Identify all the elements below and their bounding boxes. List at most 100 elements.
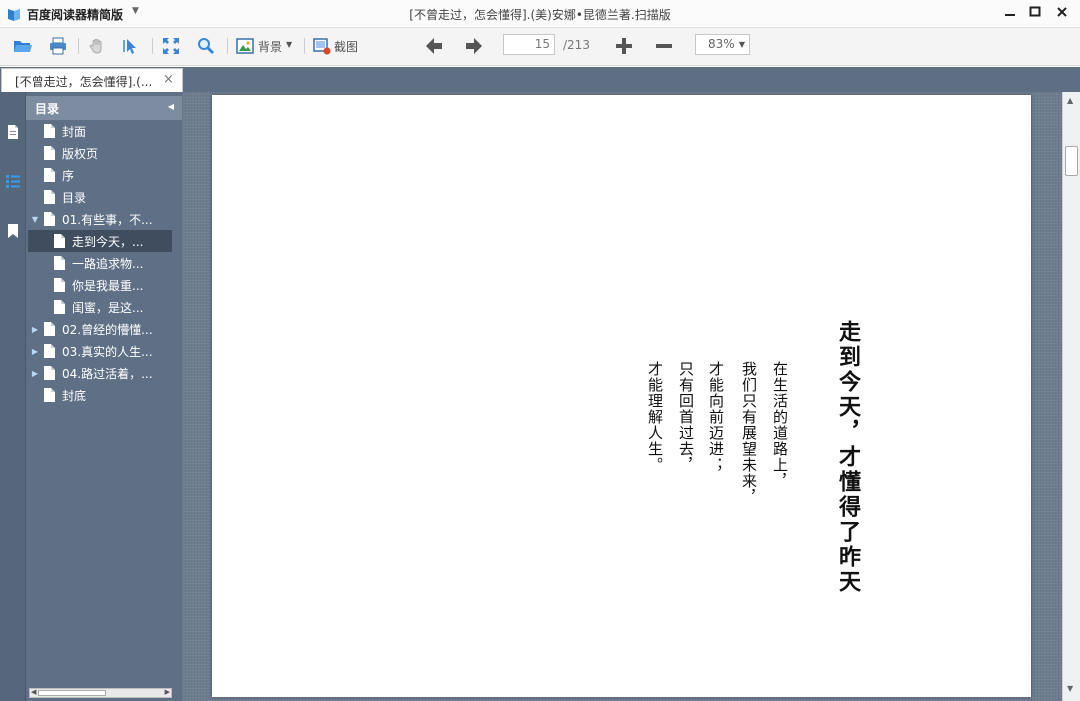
collapsed-arrow-icon[interactable]: ▶ [26, 369, 44, 378]
page-text-line: 在生活的道路上， [771, 361, 789, 489]
close-icon[interactable]: × [163, 72, 174, 87]
thumbnails-icon[interactable] [5, 124, 21, 140]
toc-item[interactable]: ▶ 02.曾经的懵懂... [26, 318, 174, 340]
page-text-line: 我们只有展望未来， [740, 361, 758, 505]
document-title: [不曾走过，怎会懂得].(美)安娜•昆德兰著.扫描版 [409, 8, 671, 22]
search-icon [198, 38, 215, 55]
toc-item[interactable]: 闺蜜，是这... [54, 296, 174, 318]
bookmark-icon[interactable] [5, 223, 21, 239]
open-folder-button[interactable] [12, 35, 34, 57]
document-icon [44, 366, 55, 380]
app-name: 百度阅读器精简版 [27, 8, 124, 22]
scroll-thumb[interactable] [38, 690, 106, 696]
toc-header-label: 目录 [35, 102, 60, 116]
document-icon [44, 146, 55, 160]
page-text-line: 只有回首过去， [677, 361, 695, 473]
toolbar-separator [227, 38, 228, 54]
toc-item[interactable]: ▼ 01.有些事，不... [26, 208, 174, 230]
toc-item[interactable]: 一路追求物... [54, 252, 174, 274]
toc-item-label: 你是我最重... [72, 278, 144, 293]
fit-page-button[interactable] [160, 35, 182, 57]
screenshot-button[interactable] [311, 35, 333, 57]
vertical-scrollbar[interactable]: ▲ ▼ [1062, 92, 1080, 701]
document-icon [44, 344, 55, 358]
toc-item[interactable]: 版权页 [34, 142, 174, 164]
toc-item[interactable]: ▶ 03.真实的人生... [26, 340, 174, 362]
book-logo-icon [8, 9, 20, 21]
toc-horizontal-scrollbar[interactable]: ◀ ▶ [29, 688, 172, 698]
select-tool-button[interactable] [120, 35, 142, 57]
toc-item-label: 目录 [62, 190, 87, 205]
toc-item-label: 封底 [62, 388, 87, 403]
zoom-in-button[interactable] [613, 35, 635, 57]
document-icon [44, 124, 55, 138]
cursor-select-icon [123, 39, 136, 54]
scroll-thumb[interactable] [1065, 146, 1078, 176]
zoom-select[interactable]: 83% ▼ [695, 34, 750, 55]
toc-item[interactable]: 你是我最重... [54, 274, 174, 296]
collapsed-arrow-icon[interactable]: ▶ [26, 347, 44, 356]
close-window-button[interactable] [1050, 2, 1074, 22]
screenshot-icon [313, 38, 331, 55]
toc-item-label: 封面 [62, 124, 87, 139]
collapsed-arrow-icon[interactable]: ▶ [26, 325, 44, 334]
toc-item[interactable]: 目录 [34, 186, 174, 208]
toc-item-label: 序 [62, 168, 75, 183]
hand-tool-button[interactable] [86, 35, 108, 57]
scroll-up-icon[interactable]: ▲ [1067, 96, 1073, 105]
plus-icon [616, 38, 632, 54]
document-tab-label: [不曾走过，怎会懂得].(... [15, 75, 153, 89]
search-button[interactable] [195, 35, 217, 57]
toc-item[interactable]: 封底 [34, 384, 174, 406]
document-icon [54, 300, 65, 314]
print-button[interactable] [47, 35, 69, 57]
chevron-down-icon: ▼ [738, 40, 745, 49]
chevron-down-icon[interactable]: ▼ [286, 40, 292, 49]
maximize-button[interactable] [1023, 2, 1047, 22]
zoom-value: 83% [708, 37, 735, 51]
scroll-down-icon[interactable]: ▼ [1067, 684, 1073, 693]
toc-item-label: 一路追求物... [72, 256, 144, 271]
document-icon [44, 190, 55, 204]
toolbar-separator [78, 38, 79, 54]
chevron-down-icon[interactable]: ▼ [132, 6, 139, 16]
screenshot-label[interactable]: 截图 [334, 38, 358, 55]
arrow-right-icon [466, 38, 482, 54]
next-page-button[interactable] [463, 35, 485, 57]
background-label[interactable]: 背景 [258, 38, 282, 55]
document-icon [44, 388, 55, 402]
toolbar: 背景 ▼ 截图 15 /213 83% ▼ [0, 28, 1080, 66]
document-viewer[interactable]: 走到今天，才懂得了昨天 在生活的道路上， 我们只有展望未来， 才能向前迈进； 只… [182, 92, 1062, 701]
document-tab[interactable]: [不曾走过，怎会懂得].(... × [1, 68, 183, 92]
toc-item-label: 03.真实的人生... [62, 344, 153, 359]
hand-icon [89, 38, 102, 54]
document-icon [44, 322, 55, 336]
arrow-left-icon [426, 38, 442, 54]
toc-item-selected[interactable]: 走到今天，... [28, 230, 172, 252]
toolbar-separator [304, 38, 305, 54]
zoom-out-button[interactable] [653, 35, 675, 57]
toc-item-label: 走到今天，... [72, 234, 144, 249]
minimize-button[interactable] [998, 2, 1022, 22]
document-icon [44, 212, 55, 226]
scroll-right-icon[interactable]: ▶ [165, 688, 170, 696]
title-bar: 百度阅读器精简版 ▼ [不曾走过，怎会懂得].(美)安娜•昆德兰著.扫描版 [0, 0, 1080, 28]
background-button[interactable] [234, 35, 256, 57]
toc-item-label: 02.曾经的懵懂... [62, 322, 153, 337]
toolbar-separator [152, 38, 153, 54]
page-total: /213 [563, 38, 590, 52]
toc-item[interactable]: ▶ 04.路过活着，... [26, 362, 174, 384]
toc-list-icon[interactable] [5, 173, 21, 189]
maximize-icon [1029, 6, 1041, 17]
document-page[interactable]: 走到今天，才懂得了昨天 在生活的道路上， 我们只有展望未来， 才能向前迈进； 只… [212, 95, 1031, 697]
previous-page-button[interactable] [423, 35, 445, 57]
expanded-arrow-icon[interactable]: ▼ [26, 215, 44, 224]
toc-item[interactable]: 序 [34, 164, 174, 186]
toc-item[interactable]: 封面 [34, 120, 174, 142]
side-rail [0, 92, 26, 701]
scroll-left-icon[interactable]: ◀ [31, 688, 36, 696]
page-number-input[interactable]: 15 [503, 34, 555, 55]
collapse-panel-icon[interactable]: ◀ [168, 102, 174, 111]
folder-open-icon [14, 41, 32, 52]
page-text-line: 才能理解人生。 [646, 361, 664, 473]
